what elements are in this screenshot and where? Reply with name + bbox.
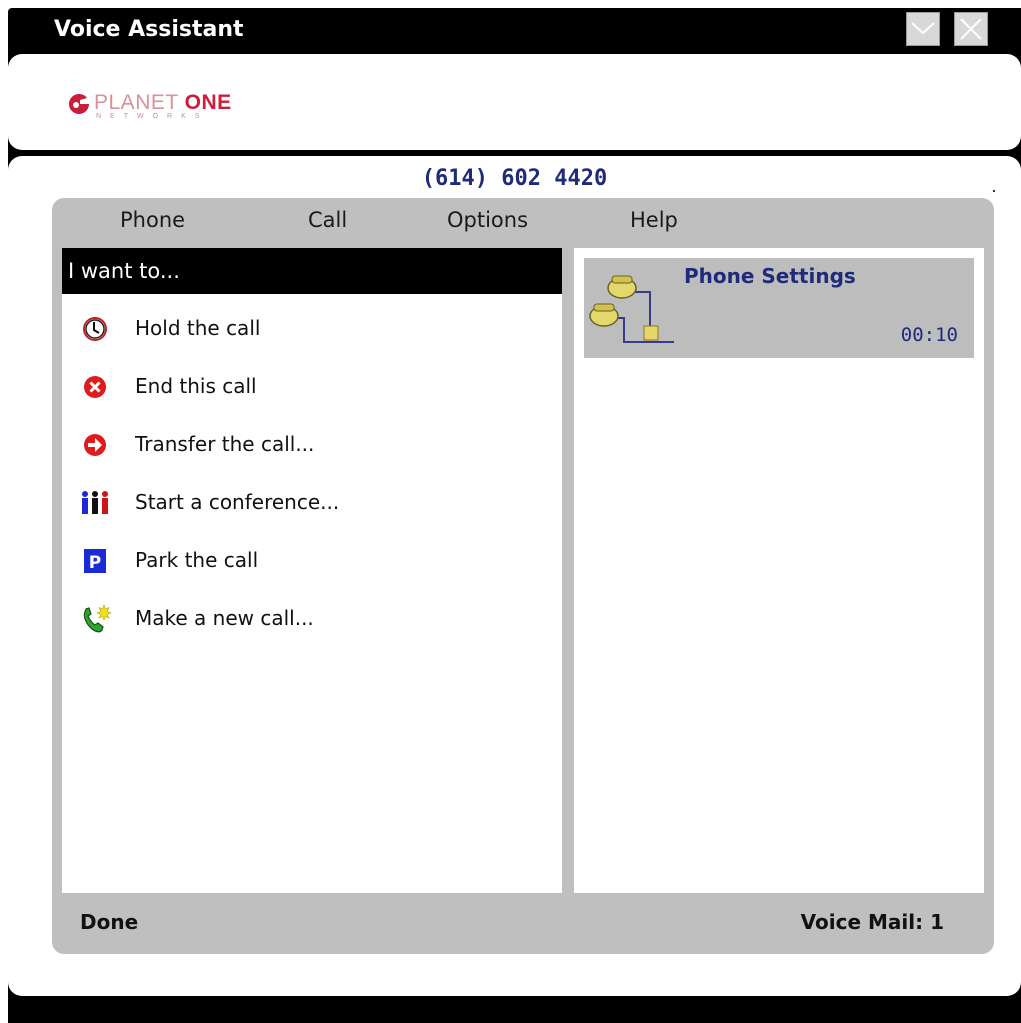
session-timer: 00:10 bbox=[900, 324, 958, 346]
chevron-down-icon bbox=[911, 22, 935, 35]
end-call-label: End this call bbox=[135, 374, 257, 398]
start-conference-action[interactable]: Start a conference... bbox=[62, 482, 562, 522]
hold-call-label: Hold the call bbox=[135, 316, 261, 340]
minimize-button[interactable] bbox=[906, 12, 940, 46]
status-text: Done bbox=[80, 910, 139, 934]
menu-options[interactable]: Options bbox=[447, 208, 528, 232]
phones-network-icon bbox=[589, 275, 674, 343]
close-button[interactable] bbox=[954, 12, 988, 46]
voice-mail-status[interactable]: Voice Mail: 1 bbox=[801, 910, 944, 934]
logo-text-light: PLANET bbox=[94, 91, 179, 114]
end-call-icon bbox=[84, 376, 106, 398]
clock-icon bbox=[83, 317, 107, 341]
session-pane: Phone Settings 00:10 bbox=[574, 248, 984, 893]
voice-assistant-window: Voice Assistant PLANET ONE NETWORKS (614… bbox=[8, 8, 1021, 1023]
logo-text-bold: ONE bbox=[184, 91, 232, 114]
app-frame: Phone Call Options Help I want to... Hol… bbox=[52, 198, 994, 954]
menu-bar: Phone Call Options Help bbox=[52, 198, 994, 248]
logo-subtext: NETWORKS bbox=[96, 113, 209, 120]
conference-people-icon bbox=[82, 491, 108, 514]
park-call-label: Park the call bbox=[135, 548, 259, 572]
decorative-dot bbox=[993, 190, 995, 192]
new-call-label: Make a new call... bbox=[135, 606, 314, 630]
park-call-action[interactable]: P Park the call bbox=[62, 540, 562, 580]
new-call-action[interactable]: Make a new call... bbox=[62, 598, 562, 638]
transfer-call-label: Transfer the call... bbox=[135, 432, 315, 456]
logo-panel: PLANET ONE NETWORKS bbox=[8, 54, 1021, 150]
new-call-icon bbox=[83, 604, 112, 633]
planet-logo-icon bbox=[69, 94, 89, 114]
window-title: Voice Assistant bbox=[54, 17, 244, 42]
close-icon bbox=[960, 18, 982, 40]
actions-header: I want to... bbox=[62, 248, 562, 294]
hold-call-action[interactable]: Hold the call bbox=[62, 308, 562, 348]
start-conference-label: Start a conference... bbox=[135, 490, 340, 514]
session-card[interactable]: Phone Settings 00:10 bbox=[584, 258, 974, 358]
menu-call[interactable]: Call bbox=[308, 208, 347, 232]
park-icon: P bbox=[84, 549, 106, 573]
menu-phone[interactable]: Phone bbox=[120, 208, 185, 232]
svg-text:P: P bbox=[89, 553, 101, 573]
phone-number: (614) 602 4420 bbox=[421, 166, 608, 191]
main-panel: (614) 602 4420 Phone Call Options Help I… bbox=[8, 156, 1021, 996]
menu-help[interactable]: Help bbox=[630, 208, 678, 232]
transfer-call-action[interactable]: Transfer the call... bbox=[62, 424, 562, 464]
transfer-arrow-icon bbox=[84, 434, 106, 456]
actions-pane: I want to... Hold the call End this call… bbox=[62, 248, 562, 893]
end-call-action[interactable]: End this call bbox=[62, 366, 562, 406]
session-title: Phone Settings bbox=[684, 264, 856, 288]
